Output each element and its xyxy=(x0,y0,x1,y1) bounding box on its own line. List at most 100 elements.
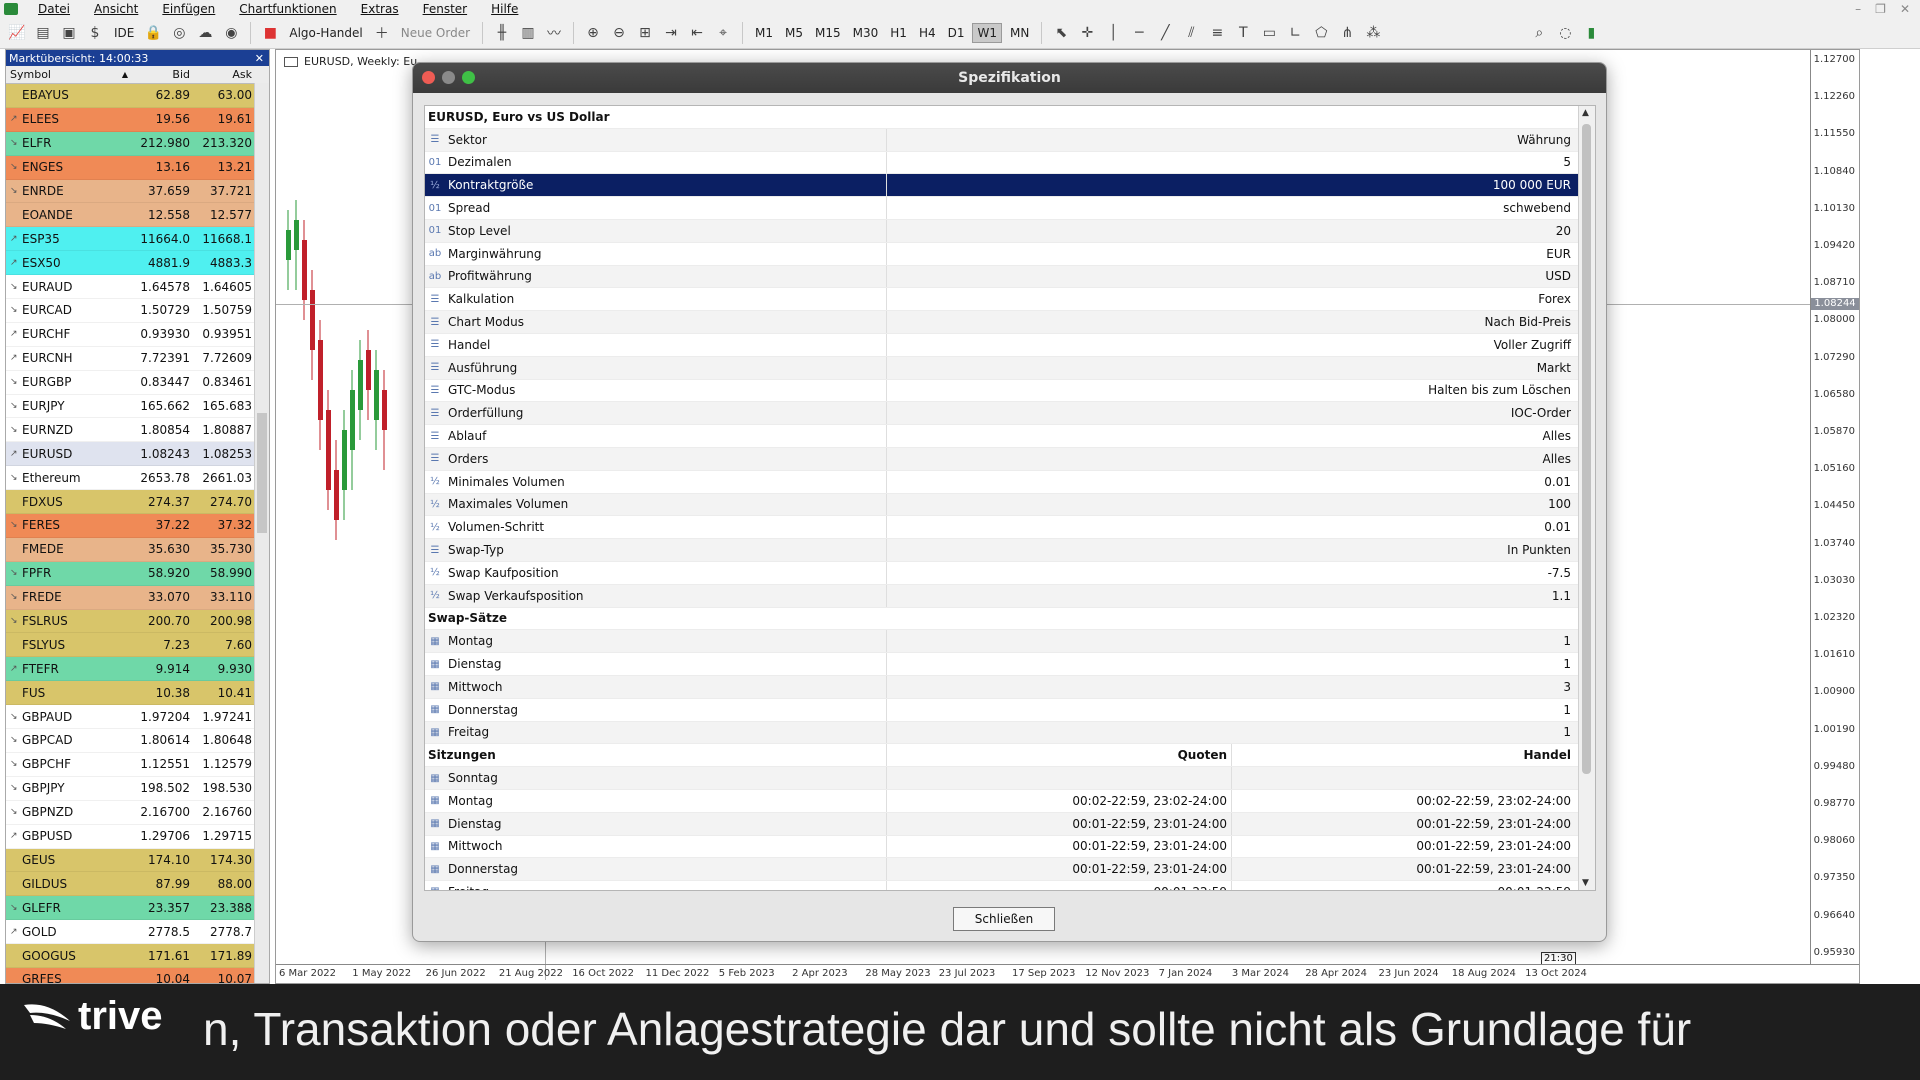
time-axis[interactable]: 6 Mar 2022 1 May 2022 26 Jun 2022 21 Aug 20… xyxy=(276,964,1859,983)
market-watch-row[interactable]: ↘ ELFR 212.980 213.320 xyxy=(6,131,269,156)
property-row[interactable]: ☰ Chart Modus Nach Bid-Preis xyxy=(425,311,1595,334)
vertical-line-icon[interactable]: │ xyxy=(1102,21,1124,45)
navigator-icon[interactable]: ▣ xyxy=(58,21,80,45)
scroll-up-icon[interactable]: ▲ xyxy=(1582,108,1589,118)
fibonacci-icon[interactable]: ≡ xyxy=(1206,21,1228,45)
property-row[interactable]: ☰ Swap-Typ In Punkten xyxy=(425,539,1595,562)
market-watch-row[interactable]: ↗ ESP35 11664.0 11668.1 xyxy=(6,227,269,252)
market-watch-row[interactable]: EOANDE 12.558 12.577 xyxy=(6,203,269,228)
algo-trading-button[interactable]: Algo-Handel xyxy=(285,26,366,40)
market-watch-row[interactable]: ↘ FERES 37.22 37.32 xyxy=(6,514,269,538)
bar-chart-icon[interactable]: ╫ xyxy=(491,21,513,45)
new-order-icon[interactable]: ＋ xyxy=(371,21,393,45)
timeframe-h4[interactable]: H4 xyxy=(915,24,940,42)
market-watch-row[interactable]: GEUS 174.10 174.30 xyxy=(6,848,269,873)
close-icon[interactable]: ✕ xyxy=(255,52,264,65)
shapes-icon[interactable]: ⬠ xyxy=(1310,21,1332,45)
horizontal-line-icon[interactable]: ─ xyxy=(1128,21,1150,45)
property-row[interactable]: ½ Volumen-Schritt 0.01 xyxy=(425,516,1595,540)
property-row[interactable]: ½ Kontraktgröße 100 000 EUR xyxy=(425,174,1595,198)
market-watch-row[interactable]: ↗ ELEES 19.56 19.61 xyxy=(6,107,269,132)
menu-einfuegen[interactable]: Einfügen xyxy=(150,2,227,16)
minimize-icon[interactable]: – xyxy=(1855,2,1861,16)
swap-rate-row[interactable]: ▦ Dienstag 1 xyxy=(425,653,1595,676)
session-row[interactable]: ▦ Donnerstag 00:01-22:59, 23:01-24:00 00:01… xyxy=(425,858,1595,882)
timeframe-m1[interactable]: M1 xyxy=(751,24,777,42)
property-row[interactable]: ½ Swap Verkaufsposition 1.1 xyxy=(425,584,1595,608)
market-watch-row[interactable]: ↗ FTEFR 9.914 9.930 xyxy=(6,657,269,682)
account-icon[interactable]: ◌ xyxy=(1554,21,1576,45)
market-watch-row[interactable]: EBAYUS 62.89 63.00 xyxy=(6,84,269,108)
market-watch-scrollbar[interactable] xyxy=(254,83,269,983)
channel-icon[interactable]: ⫽ xyxy=(1180,21,1202,45)
property-row[interactable]: ☰ Handel Voller Zugriff xyxy=(425,333,1595,357)
session-row[interactable]: ▦ Freitag 00:01-22:5900:01-22:59 xyxy=(425,881,1595,890)
swap-rate-row[interactable]: ▦ Montag 1 xyxy=(425,630,1595,654)
swap-rate-row[interactable]: ▦ Mittwoch 3 xyxy=(425,675,1595,699)
property-row[interactable]: ab Marginwährung EUR xyxy=(425,242,1595,266)
property-row[interactable]: ½ Swap Kaufposition -7.5 xyxy=(425,561,1595,585)
new-order-button[interactable]: Neue Order xyxy=(397,26,474,40)
property-row[interactable]: ☰ Kalkulation Forex xyxy=(425,288,1595,312)
price-axis[interactable]: 1.12700 1.12260 1.11550 1.10840 1.10130 1.094… xyxy=(1810,50,1859,965)
market-watch-row[interactable]: ↘ EURJPY 165.662 165.683 xyxy=(6,394,269,419)
market-watch-row[interactable]: ↘ GBPAUD 1.97204 1.97241 xyxy=(6,705,269,730)
autoscroll-icon[interactable]: ⇥ xyxy=(660,21,682,45)
crosshair-icon[interactable]: ✛ xyxy=(1076,21,1098,45)
menu-chartfunktionen[interactable]: Chartfunktionen xyxy=(227,2,348,16)
market-watch-row[interactable]: ↗ EURUSD 1.08243 1.08253 xyxy=(6,442,269,467)
lock-icon[interactable]: 🔒 xyxy=(142,21,164,45)
template-icon[interactable]: ▤ xyxy=(32,21,54,45)
line-chart-icon[interactable]: 〰 xyxy=(543,21,565,45)
zoom-dot-icon[interactable] xyxy=(462,71,475,84)
market-watch-row[interactable]: ↗ EURCHF 0.93930 0.93951 xyxy=(6,322,269,347)
scroll-down-icon[interactable]: ▼ xyxy=(1582,878,1589,888)
market-watch-row[interactable]: ↗ GOLD 2778.5 2778.7 xyxy=(6,920,269,945)
session-row[interactable]: ▦ Mittwoch 00:01-22:59, 23:01-24:00 00:01-2… xyxy=(425,835,1595,859)
market-watch-row[interactable]: FSLYUS 7.23 7.60 xyxy=(6,633,269,658)
market-watch-row[interactable]: ↘ ENGES 13.16 13.21 xyxy=(6,155,269,180)
market-watch-row[interactable]: ↗ ESX50 4881.9 4883.3 xyxy=(6,251,269,276)
restore-icon[interactable]: ❐ xyxy=(1875,2,1886,16)
swap-rate-row[interactable]: ▦ Donnerstag 1 xyxy=(425,698,1595,722)
close-button[interactable]: Schließen xyxy=(953,907,1055,931)
property-row[interactable]: ½ Minimales Volumen 0.01 xyxy=(425,470,1595,494)
market-watch-row[interactable]: ↘ EURAUD 1.64578 1.64605 xyxy=(6,275,269,300)
market-watch-row[interactable]: ↘ GBPJPY 198.502 198.530 xyxy=(6,776,269,801)
ide-button[interactable]: IDE xyxy=(110,26,138,40)
chart-shift-icon[interactable]: ⇤ xyxy=(686,21,708,45)
menu-extras[interactable]: Extras xyxy=(349,2,411,16)
market-watch-row[interactable]: ↘ EURNZD 1.80854 1.80887 xyxy=(6,418,269,443)
property-row[interactable]: ☰ Sektor Währung xyxy=(425,128,1595,152)
market-watch-row[interactable]: ↘ Ethereum 2653.78 2661.03 xyxy=(6,466,269,491)
zoom-out-icon[interactable]: ⊖ xyxy=(608,21,630,45)
menu-datei[interactable]: Datei xyxy=(26,2,82,16)
menu-hilfe[interactable]: Hilfe xyxy=(479,2,530,16)
specification-scrollbar[interactable]: ▲ ▼ xyxy=(1578,106,1595,890)
market-watch-row[interactable]: FMEDE 35.630 35.730 xyxy=(6,537,269,562)
algo-trading-icon[interactable]: ■ xyxy=(259,21,281,45)
trendline-icon[interactable]: ╱ xyxy=(1154,21,1176,45)
close-window-icon[interactable]: ✕ xyxy=(1900,2,1910,16)
property-row[interactable]: ☰ GTC-Modus Halten bis zum Löschen xyxy=(425,379,1595,403)
timeframe-d1[interactable]: D1 xyxy=(944,24,969,42)
property-row[interactable]: ☰ Ablauf Alles xyxy=(425,425,1595,448)
menu-fenster[interactable]: Fenster xyxy=(411,2,480,16)
more-objects-icon[interactable]: ⁂ xyxy=(1362,21,1384,45)
market-watch-row[interactable]: ↗ GBPUSD 1.29706 1.29715 xyxy=(6,824,269,849)
timeframe-h1[interactable]: H1 xyxy=(886,24,911,42)
candle-chart-icon[interactable]: ▥ xyxy=(517,21,539,45)
market-watch-row[interactable]: ↘ FPFR 58.920 58.990 xyxy=(6,561,269,586)
market-watch-row[interactable]: ↘ FREDE 33.070 33.110 xyxy=(6,585,269,610)
market-watch-row[interactable]: GOOGUS 171.61 171.89 xyxy=(6,944,269,968)
market-watch-row[interactable]: ↘ GBPCAD 1.80614 1.80648 xyxy=(6,729,269,753)
scrollbar-thumb[interactable] xyxy=(1582,124,1591,774)
session-row[interactable]: ▦ Dienstag 00:01-22:59, 23:01-24:00 00:01-2… xyxy=(425,812,1595,836)
market-watch-row[interactable]: GILDUS 87.99 88.00 xyxy=(6,872,269,897)
market-watch-row[interactable]: ↘ EURCAD 1.50729 1.50759 xyxy=(6,299,269,323)
text-tool-icon[interactable]: T xyxy=(1232,21,1254,45)
property-row[interactable]: ☰ Orderfüllung IOC-Order xyxy=(425,402,1595,426)
pitchfork-icon[interactable]: ⋔ xyxy=(1336,21,1358,45)
scrollbar-thumb[interactable] xyxy=(257,413,267,533)
market-watch-row[interactable]: GRFES 10.04 10.07 xyxy=(6,967,269,983)
